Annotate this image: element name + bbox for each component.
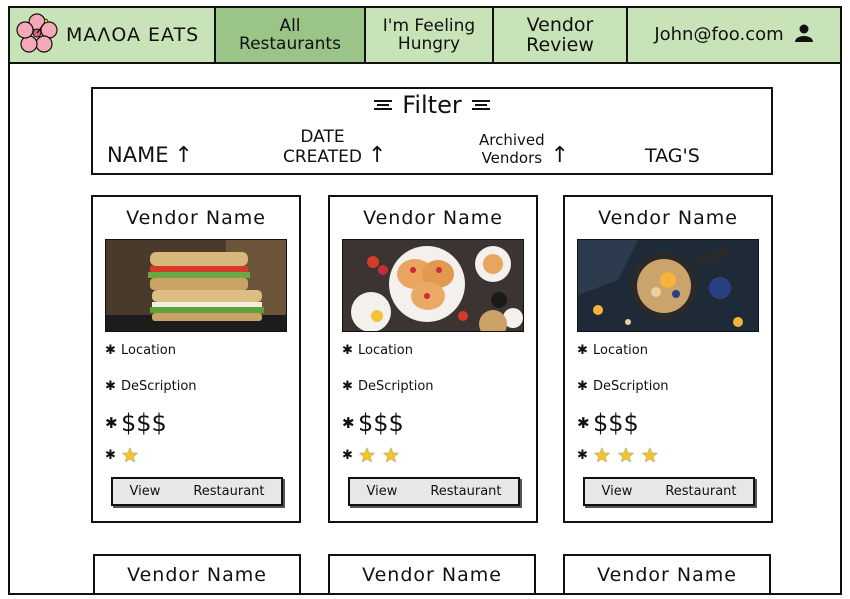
vendor-rating: ✱ ★	[105, 443, 139, 467]
star-icon: ★	[616, 443, 635, 467]
nav-vendor-review-label: Vendor Review	[526, 14, 594, 56]
sort-by-name[interactable]: NAME ↑	[107, 143, 193, 167]
star-icon: ★	[381, 443, 400, 467]
tags-label: TAG'S	[645, 145, 700, 167]
bullet-icon: ✱	[342, 414, 355, 432]
vendor-location: ✱ Location	[577, 343, 648, 358]
app-frame: MAΛOA EATS All Restaurants I'm Feeling H…	[8, 6, 842, 595]
bullet-icon: ✱	[577, 447, 588, 463]
filter-lines-icon	[471, 100, 490, 110]
filter-tags[interactable]: TAG'S	[645, 145, 700, 167]
bullet-icon: ✱	[105, 379, 116, 394]
skillet-oatmeal-photo	[577, 239, 759, 332]
sort-by-archived-vendors[interactable]: Archived Vendors ↑	[479, 131, 569, 167]
vendor-name: Vendor Name	[598, 207, 738, 229]
bullet-icon: ✱	[577, 379, 588, 394]
price-level: $$$	[358, 409, 404, 437]
location-label: Location	[121, 343, 176, 358]
filter-panel: Filter NAME ↑ DATE CREATED ↑ Archived Ve…	[91, 87, 773, 175]
sort-arrow-up-icon: ↑	[367, 143, 387, 168]
vendor-description: ✱ DeScription	[577, 379, 669, 394]
vendor-name: Vendor Name	[362, 564, 502, 586]
description-label: DeScription	[593, 379, 669, 394]
sort-arrow-up-icon: ↑	[174, 143, 193, 168]
brand-name: MAΛOA EATS	[66, 24, 200, 46]
star-icon: ★	[121, 443, 139, 467]
bullet-icon: ✱	[342, 379, 353, 394]
top-nav: MAΛOA EATS All Restaurants I'm Feeling H…	[10, 8, 840, 64]
view-label: View	[601, 484, 633, 499]
price-level: $$$	[593, 409, 639, 437]
sort-name-label: NAME	[107, 143, 169, 167]
bullet-icon: ✱	[105, 447, 116, 463]
location-label: Location	[593, 343, 648, 358]
location-label: Location	[358, 343, 413, 358]
bullet-icon: ✱	[105, 414, 118, 432]
vendor-name: Vendor Name	[127, 564, 267, 586]
star-icon: ★	[358, 443, 376, 467]
vendor-location: ✱ Location	[105, 343, 176, 358]
vendor-price: ✱ $$$	[577, 409, 639, 437]
restaurant-label: Restaurant	[665, 484, 737, 499]
vendor-description: ✱ DeScription	[342, 379, 434, 394]
vendor-description: ✱ DeScription	[105, 379, 197, 394]
bullet-icon: ✱	[105, 343, 116, 358]
bullet-icon: ✱	[577, 343, 588, 358]
view-restaurant-button[interactable]: View Restaurant	[111, 477, 283, 506]
vendor-card: Vendor Name	[563, 554, 771, 593]
nav-all-restaurants-label: All Restaurants	[239, 16, 341, 54]
price-level: $$$	[121, 409, 167, 437]
vendor-card: Vendor Name ✱ Location ✱ DeScription ✱ $…	[563, 195, 773, 523]
filter-title: Filter	[402, 91, 462, 119]
sort-by-date-created[interactable]: DATE CREATED ↑	[283, 127, 386, 167]
filter-lines-icon	[374, 100, 393, 110]
vendor-price: ✱ $$$	[342, 409, 404, 437]
vendor-rating: ✱ ★ ★ ★	[577, 443, 659, 467]
description-label: DeScription	[121, 379, 197, 394]
brand-home-link[interactable]: MAΛOA EATS	[10, 8, 216, 62]
filter-header[interactable]: Filter	[93, 91, 771, 119]
vendor-card: Vendor Name	[93, 554, 301, 593]
star-icon: ★	[593, 443, 611, 467]
vendor-name: Vendor Name	[597, 564, 737, 586]
restaurant-label: Restaurant	[430, 484, 502, 499]
vendor-name: Vendor Name	[363, 207, 503, 229]
user-account-menu[interactable]: John@foo.com	[628, 8, 840, 62]
vendor-card: Vendor Name	[328, 554, 536, 593]
pancake-breakfast-photo	[342, 239, 524, 332]
bullet-icon: ✱	[577, 414, 590, 432]
restaurant-label: Restaurant	[193, 484, 265, 499]
sort-arrow-up-icon: ↑	[550, 143, 570, 168]
view-label: View	[129, 484, 161, 499]
user-email: John@foo.com	[654, 24, 784, 45]
vendor-card: Vendor Name	[328, 195, 538, 523]
star-icon: ★	[640, 443, 659, 467]
vendor-rating: ✱ ★ ★	[342, 443, 400, 467]
view-restaurant-button[interactable]: View Restaurant	[348, 477, 520, 506]
bullet-icon: ✱	[342, 447, 353, 463]
nav-feeling-hungry-label: I'm Feeling Hungry	[382, 16, 476, 54]
bullet-icon: ✱	[342, 343, 353, 358]
nav-all-restaurants[interactable]: All Restaurants	[216, 8, 366, 62]
hibiscus-flower-icon	[16, 13, 58, 57]
nav-vendor-review[interactable]: Vendor Review	[494, 8, 628, 62]
vendor-price: ✱ $$$	[105, 409, 167, 437]
sandwich-photo	[105, 239, 287, 332]
vendor-location: ✱ Location	[342, 343, 413, 358]
sort-date-label: DATE CREATED	[283, 127, 362, 167]
nav-feeling-hungry[interactable]: I'm Feeling Hungry	[366, 8, 494, 62]
description-label: DeScription	[358, 379, 434, 394]
user-icon	[794, 24, 814, 46]
view-restaurant-button[interactable]: View Restaurant	[583, 477, 755, 506]
sort-archived-label: Archived Vendors	[479, 131, 545, 167]
vendor-card: Vendor Name ✱ Location ✱ DeScription ✱ $…	[91, 195, 301, 523]
vendor-name: Vendor Name	[126, 207, 266, 229]
view-label: View	[366, 484, 398, 499]
